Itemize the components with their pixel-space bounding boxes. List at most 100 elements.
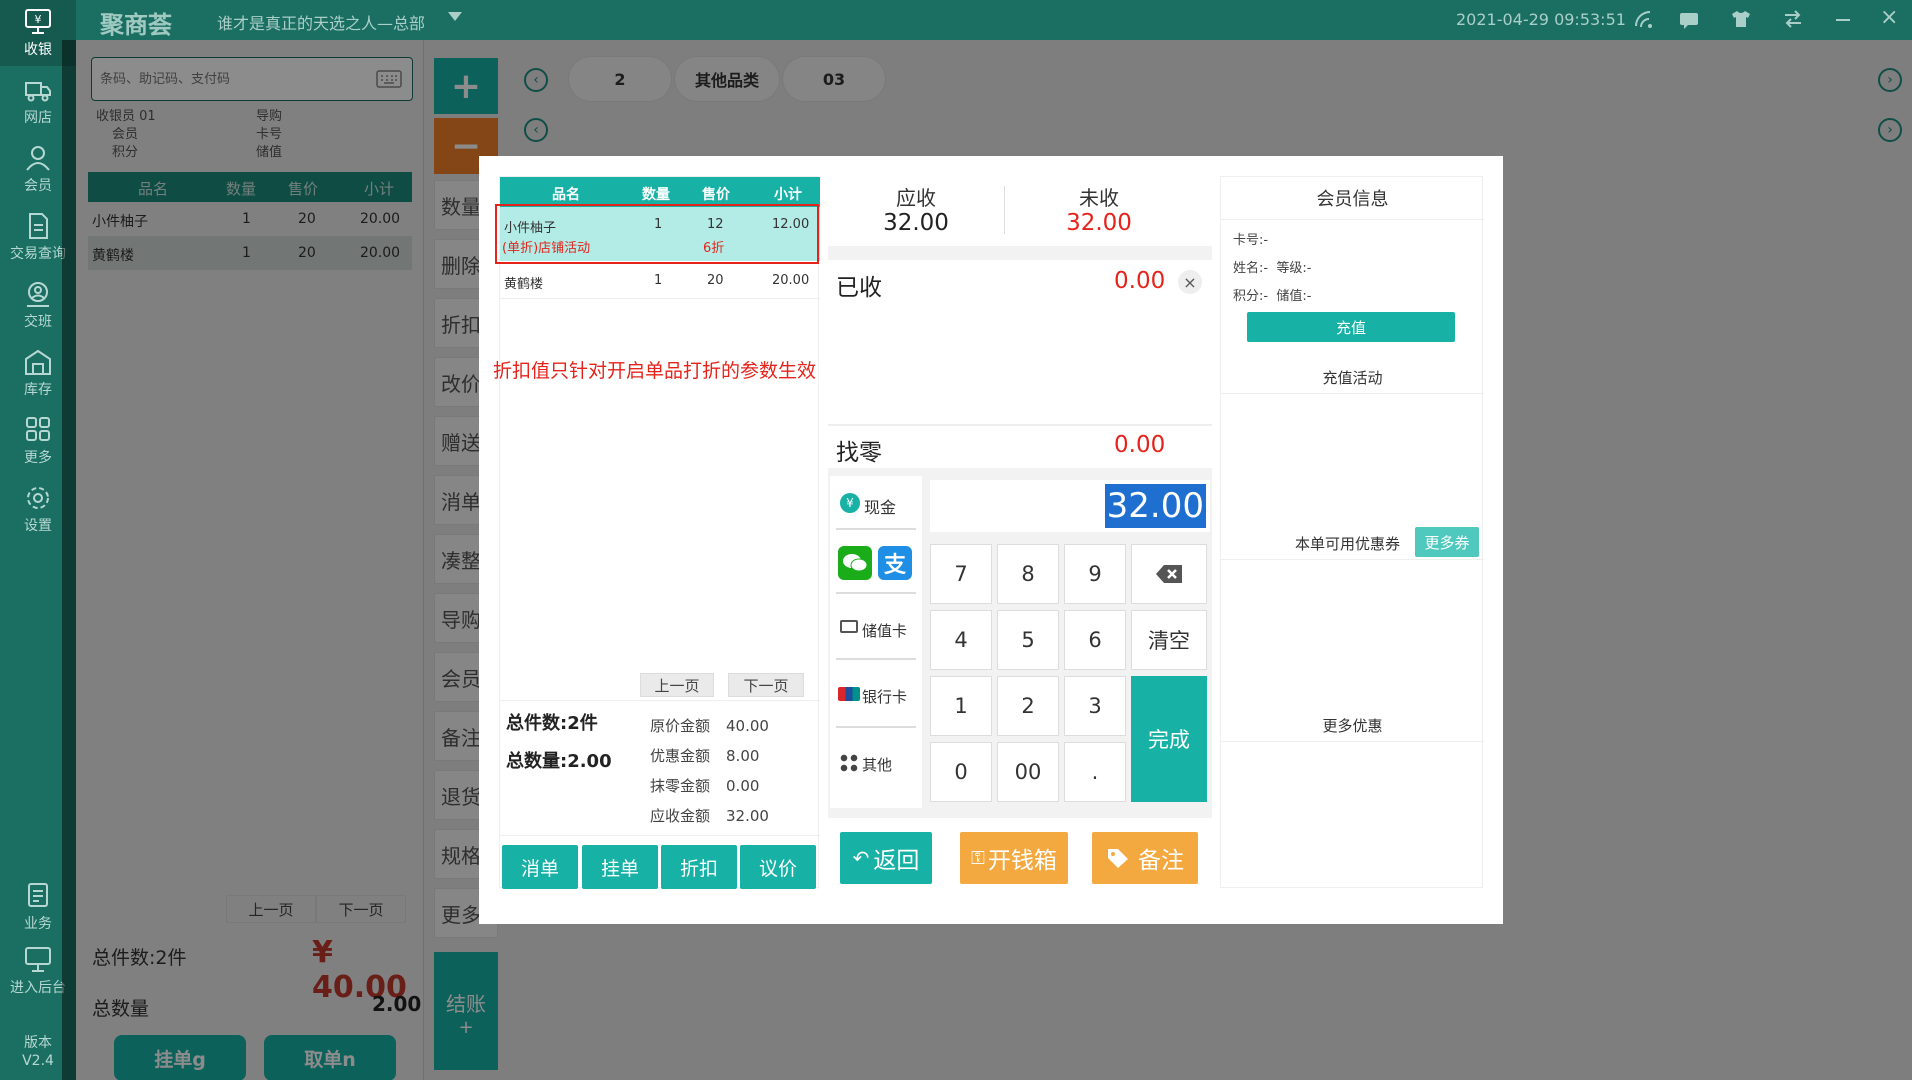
order-total-qty: 总数量:2.00 (506, 751, 612, 772)
amount-header: 应收 32.00 未收 32.00 (828, 176, 1212, 246)
pay-cash[interactable]: ¥ 现金 (836, 476, 916, 530)
document-icon (29, 212, 48, 239)
next-page-button[interactable]: 下一页 (728, 673, 804, 697)
open-drawer-button[interactable]: ⚿ 开钱箱 (960, 832, 1068, 884)
item-name: 黄鹤楼 (504, 277, 544, 292)
receivable-label: 应收 (896, 186, 936, 210)
message-icon[interactable] (1678, 10, 1700, 30)
col-price: 售价 (702, 187, 730, 203)
table-row[interactable]: 黄鹤楼 1 20 20.00 (500, 261, 820, 299)
negotiate-price-button[interactable]: 议价 (740, 845, 816, 889)
change-label: 找零 (836, 440, 882, 466)
sidebar-item-label: 收银 (24, 41, 52, 58)
pay-bank-label: 银行卡 (862, 688, 908, 706)
order-list: 品名 数量 售价 小计 小件柚子 1 12 12.00 (单折)店铺活动 6折 … (495, 176, 820, 889)
chevron-down-icon[interactable] (448, 12, 462, 21)
close-icon[interactable]: × (1880, 5, 1898, 30)
order-total-items: 总件数:2件 (506, 713, 598, 734)
payment-panel: 应收 32.00 未收 32.00 已收 0.00 × 找零 0.00 ¥ 现金 (828, 176, 1212, 888)
clear-received-icon[interactable]: × (1178, 270, 1202, 294)
sidebar-item-label: 网店 (24, 109, 52, 126)
due-value: 32.00 (726, 807, 769, 825)
key-icon: ⚿ (971, 847, 985, 869)
member-name-level: 姓名:- 等级:- (1233, 257, 1311, 276)
remark-label: 备注 (1138, 848, 1184, 874)
grid-icon (26, 416, 50, 441)
shirt-icon[interactable] (1730, 9, 1752, 29)
rounding-label: 抹零金额 (650, 777, 711, 795)
order-table-header: 品名 数量 售价 小计 (500, 177, 820, 207)
key-dot[interactable]: . (1064, 742, 1126, 802)
app-logo: 聚商荟 (100, 11, 172, 39)
gear-icon (27, 486, 49, 509)
key-2[interactable]: 2 (997, 676, 1059, 736)
id-card-icon (840, 620, 858, 633)
pay-stored-card[interactable]: 储值卡 (836, 596, 916, 660)
discount-button[interactable]: 折扣 (661, 845, 737, 889)
switch-icon[interactable] (1782, 9, 1804, 29)
back-arrow-icon: ↶ (852, 846, 870, 870)
unpaid-value: 32.00 (1066, 210, 1132, 236)
warehouse-icon (25, 349, 51, 375)
original-value: 40.00 (726, 717, 769, 735)
alipay-icon[interactable]: 支 (878, 546, 912, 580)
pay-bank-card[interactable]: 银行卡 (836, 662, 916, 728)
yen-icon: ¥ (840, 493, 860, 513)
coupon-label: 本单可用优惠券 (1295, 535, 1401, 553)
member-level: 等级:- (1276, 261, 1312, 276)
amount-input[interactable]: 32.00 (930, 480, 1210, 532)
more-offers-label: 更多优惠 (1322, 717, 1383, 735)
sidebar-item-label: 库存 (24, 381, 52, 398)
key-1[interactable]: 1 (930, 676, 992, 736)
more-coupons-button[interactable]: 更多券 (1415, 527, 1479, 557)
sidebar-item-label: 进入后台 (10, 979, 66, 996)
key-7[interactable]: 7 (930, 544, 992, 604)
store-name[interactable]: 谁才是真正的天选之人—总部 (217, 10, 425, 34)
member-points-balance: 积分:- 储值:- (1233, 285, 1311, 304)
cancel-order-button[interactable]: 消单 (502, 845, 578, 889)
remark-button[interactable]: 备注 (1092, 832, 1198, 884)
hang-order-button[interactable]: 挂单 (582, 845, 658, 889)
desktop-icon (25, 946, 51, 972)
sidebar-item-label: 设置 (24, 517, 52, 534)
amount-input-value: 32.00 (1104, 484, 1206, 528)
col-name: 品名 (552, 187, 580, 203)
top-bar: 聚商荟 谁才是真正的天选之人—总部 2021-04-29 09:53:51 × (0, 0, 1912, 40)
key-6[interactable]: 6 (1064, 610, 1126, 670)
pay-other[interactable]: 其他 (836, 730, 916, 796)
key-9[interactable]: 9 (1064, 544, 1126, 604)
item-qty: 1 (654, 273, 663, 288)
member-name: 姓名:- (1233, 261, 1269, 276)
recharge-activity-label: 充值活动 (1322, 369, 1383, 387)
key-3[interactable]: 3 (1064, 676, 1126, 736)
received-label: 已收 (836, 275, 882, 301)
original-label: 原价金额 (650, 717, 711, 735)
backspace-icon[interactable] (1131, 544, 1207, 604)
clipboard-icon (28, 882, 48, 907)
user-icon (26, 145, 50, 171)
sidebar-item-label: 交易查询 (10, 245, 66, 262)
key-4[interactable]: 4 (930, 610, 992, 670)
item-price: 20 (707, 273, 724, 288)
datetime: 2021-04-29 09:53:51 (1456, 10, 1626, 29)
back-button[interactable]: ↶ 返回 (840, 832, 932, 884)
order-summary: 原价金额 40.00 优惠金额 8.00 抹零金额 0.00 应收金额 32.00 (650, 711, 769, 831)
minimize-icon[interactable] (1836, 19, 1850, 21)
recharge-button[interactable]: 充值 (1247, 312, 1455, 342)
key-8[interactable]: 8 (997, 544, 1059, 604)
highlight-box (495, 204, 819, 264)
payment-methods: ¥ 现金 支 储值卡 银行卡 其他 (830, 476, 922, 808)
monitor-icon: ¥ (25, 8, 51, 34)
key-5[interactable]: 5 (997, 610, 1059, 670)
prev-page-button[interactable]: 上一页 (640, 673, 714, 697)
drawer-label: 开钱箱 (987, 848, 1057, 874)
key-00[interactable]: 00 (997, 742, 1059, 802)
wechat-icon[interactable] (838, 546, 872, 580)
pay-wechat-alipay[interactable]: 支 (836, 532, 916, 594)
key-0[interactable]: 0 (930, 742, 992, 802)
col-qty: 数量 (642, 187, 670, 203)
done-button[interactable]: 完成 (1131, 676, 1207, 802)
wifi-icon (1635, 11, 1652, 28)
clear-key[interactable]: 清空 (1131, 610, 1207, 670)
sidebar-item-label: 交班 (24, 313, 52, 330)
